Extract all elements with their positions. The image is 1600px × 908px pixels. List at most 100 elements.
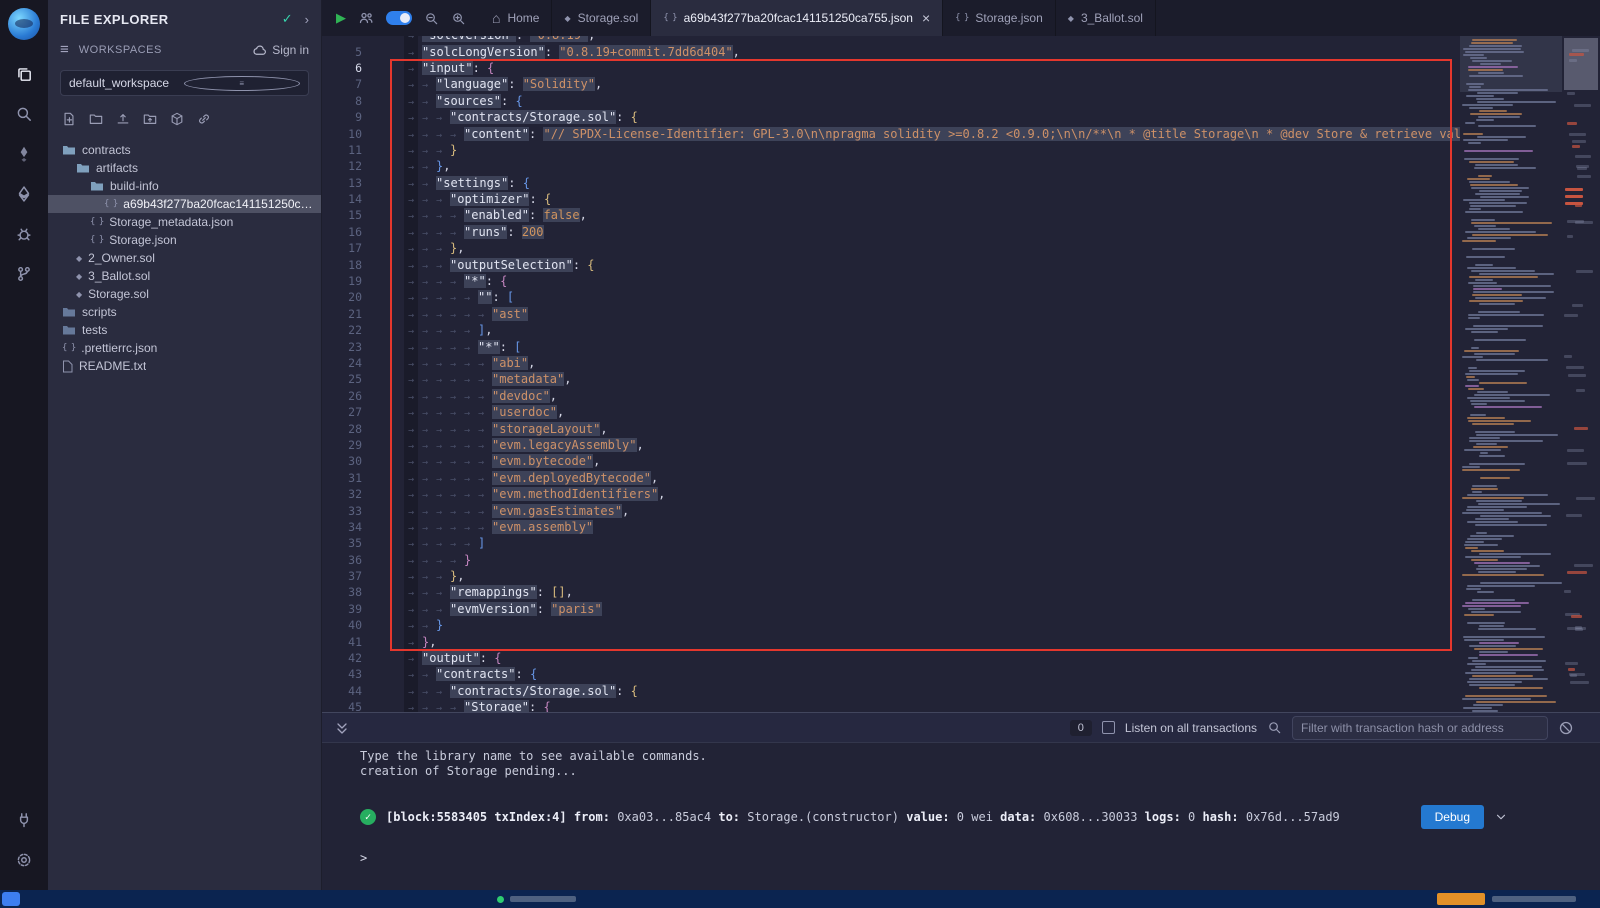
line-number: 11: [322, 143, 384, 157]
terminal-search-icon[interactable]: [1267, 720, 1282, 735]
code-line: 32→→→→→→"evm.methodIdentifiers",: [322, 486, 1480, 502]
tree-item-label: 2_Owner.sol: [88, 251, 155, 265]
tab-3-ballot-sol[interactable]: ◆3_Ballot.sol: [1056, 0, 1156, 36]
code-line: 44→→→"contracts/Storage.sol": {: [322, 683, 1480, 699]
debugger-icon[interactable]: [0, 214, 48, 254]
code-line: 36→→→→}: [322, 552, 1480, 568]
upload-file-icon[interactable]: [116, 112, 130, 131]
accounts-icon[interactable]: [358, 11, 374, 25]
code-line: 45→→→→"Storage": {: [322, 699, 1480, 712]
tree-item-storage-json[interactable]: { }Storage.json: [48, 231, 321, 249]
folder-icon: [62, 324, 76, 336]
tx-success-icon: ✓: [360, 809, 376, 825]
sign-in-button[interactable]: Sign in: [252, 43, 309, 57]
git-icon[interactable]: [0, 254, 48, 294]
json-icon: { }: [663, 13, 676, 23]
tree-item-label: tests: [82, 323, 107, 337]
tree-item-storage-sol[interactable]: ◆Storage.sol: [48, 285, 321, 303]
tree-item-label: artifacts: [96, 161, 138, 175]
scrollbar-thumb[interactable]: [1564, 38, 1598, 90]
tree-item-contracts[interactable]: contracts: [48, 141, 321, 159]
file-explorer-icon[interactable]: [0, 54, 48, 94]
line-number: 27: [322, 405, 384, 419]
deploy-and-run-icon[interactable]: [0, 174, 48, 214]
line-number: 32: [322, 487, 384, 501]
line-number: 24: [322, 356, 384, 370]
terminal-prompt[interactable]: >: [360, 851, 1600, 865]
line-number: 40: [322, 618, 384, 632]
workspace-select[interactable]: default_workspace ≡: [60, 70, 309, 96]
plugin-manager-icon[interactable]: [0, 800, 48, 840]
line-number: 45: [322, 700, 384, 712]
tree-item--prettierrc-json[interactable]: { }.prettierrc.json: [48, 339, 321, 357]
tab-storage-json[interactable]: { }Storage.json: [943, 0, 1056, 36]
ipfs-box-icon[interactable]: [170, 112, 184, 131]
code-editor[interactable]: →"solcVersion": "0.8.19",5→"solcLongVers…: [322, 36, 1600, 712]
publish-link-icon[interactable]: [197, 112, 211, 131]
workspace-options-icon[interactable]: ≡: [184, 76, 301, 91]
line-number: 26: [322, 389, 384, 403]
status-text-placeholder: [1492, 896, 1576, 902]
zoom-in-icon[interactable]: [451, 11, 466, 26]
tree-item-artifacts[interactable]: artifacts: [48, 159, 321, 177]
code-line: 30→→→→→→"evm.bytecode",: [322, 453, 1480, 469]
code-line: 14→→→"optimizer": {: [322, 191, 1480, 207]
line-number: 18: [322, 258, 384, 272]
code-line: 20→→→→→"": [: [322, 289, 1480, 305]
new-folder-icon[interactable]: [89, 112, 103, 131]
tree-item-build-info[interactable]: build-info: [48, 177, 321, 195]
tab-a69b43f277ba20fcac141151250ca755-json[interactable]: { }a69b43f277ba20fcac141151250ca755.json…: [651, 0, 943, 36]
file-icon: [62, 360, 73, 373]
line-number: 20: [322, 290, 384, 304]
line-number: 38: [322, 585, 384, 599]
solidity-compiler-icon[interactable]: [0, 134, 48, 174]
workspace-menu-icon[interactable]: ≡: [60, 41, 69, 58]
settings-icon[interactable]: [0, 840, 48, 880]
tree-item-a69b43f277ba20fcac141151250ca7-[interactable]: { }a69b43f277ba20fcac141151250ca7...: [48, 195, 321, 213]
clear-console-icon[interactable]: [1558, 720, 1574, 736]
chevron-right-icon[interactable]: ›: [305, 12, 309, 27]
line-number: 6: [322, 61, 384, 75]
debug-button[interactable]: Debug: [1421, 805, 1484, 829]
tree-item-scripts[interactable]: scripts: [48, 303, 321, 321]
code-line: 19→→→→"*": {: [322, 273, 1480, 289]
code-line: 12→→},: [322, 158, 1480, 174]
tab-list: ⌂Home◆Storage.sol{ }a69b43f277ba20fcac14…: [480, 0, 1156, 36]
transaction-filter-input[interactable]: [1292, 716, 1548, 740]
zoom-out-icon[interactable]: [424, 11, 439, 26]
line-number: 15: [322, 208, 384, 222]
tree-item-2-owner-sol[interactable]: ◆ 2_Owner.sol: [48, 249, 321, 267]
terminal-output[interactable]: Type the library name to see available c…: [322, 743, 1600, 890]
line-number: 33: [322, 504, 384, 518]
code-line: 35→→→→→]: [322, 535, 1480, 551]
code-line: 16→→→→"runs": 200: [322, 224, 1480, 240]
tab-home[interactable]: ⌂Home: [480, 0, 552, 36]
minimap[interactable]: [1460, 36, 1562, 712]
search-icon[interactable]: [0, 94, 48, 134]
line-number: 5: [322, 45, 384, 59]
toggle-switch[interactable]: [386, 11, 412, 25]
remix-logo-icon[interactable]: [8, 8, 40, 40]
folder-open-icon: [62, 144, 76, 156]
upload-folder-icon[interactable]: [143, 112, 157, 131]
panel-title: FILE EXPLORER: [60, 12, 282, 27]
new-file-icon[interactable]: [62, 112, 76, 131]
run-script-icon[interactable]: ▶: [336, 10, 346, 26]
tree-item-readme-txt[interactable]: README.txt: [48, 357, 321, 375]
terminal-collapse-icon[interactable]: [334, 721, 350, 735]
tree-item-storage-metadata-json[interactable]: { }Storage_metadata.json: [48, 213, 321, 231]
overview-ruler: [1562, 36, 1600, 712]
tree-item-3-ballot-sol[interactable]: ◆3_Ballot.sol: [48, 267, 321, 285]
tree-item-label: scripts: [82, 305, 117, 319]
tx-expand-icon[interactable]: [1494, 810, 1508, 824]
sol-icon: ◆: [76, 254, 82, 263]
status-text-placeholder: [510, 896, 576, 902]
confirm-check-icon[interactable]: ✓: [282, 11, 293, 27]
terminal-line: creation of Storage pending...: [360, 764, 1600, 779]
close-tab-icon[interactable]: ×: [922, 10, 930, 26]
tree-item-tests[interactable]: tests: [48, 321, 321, 339]
code-line: 40→→}: [322, 617, 1480, 633]
tx-text: [block:5583405 txIndex:4] from: 0xa03...…: [386, 810, 1421, 824]
tab-storage-sol[interactable]: ◆Storage.sol: [552, 0, 651, 36]
listen-all-checkbox[interactable]: [1102, 721, 1115, 734]
